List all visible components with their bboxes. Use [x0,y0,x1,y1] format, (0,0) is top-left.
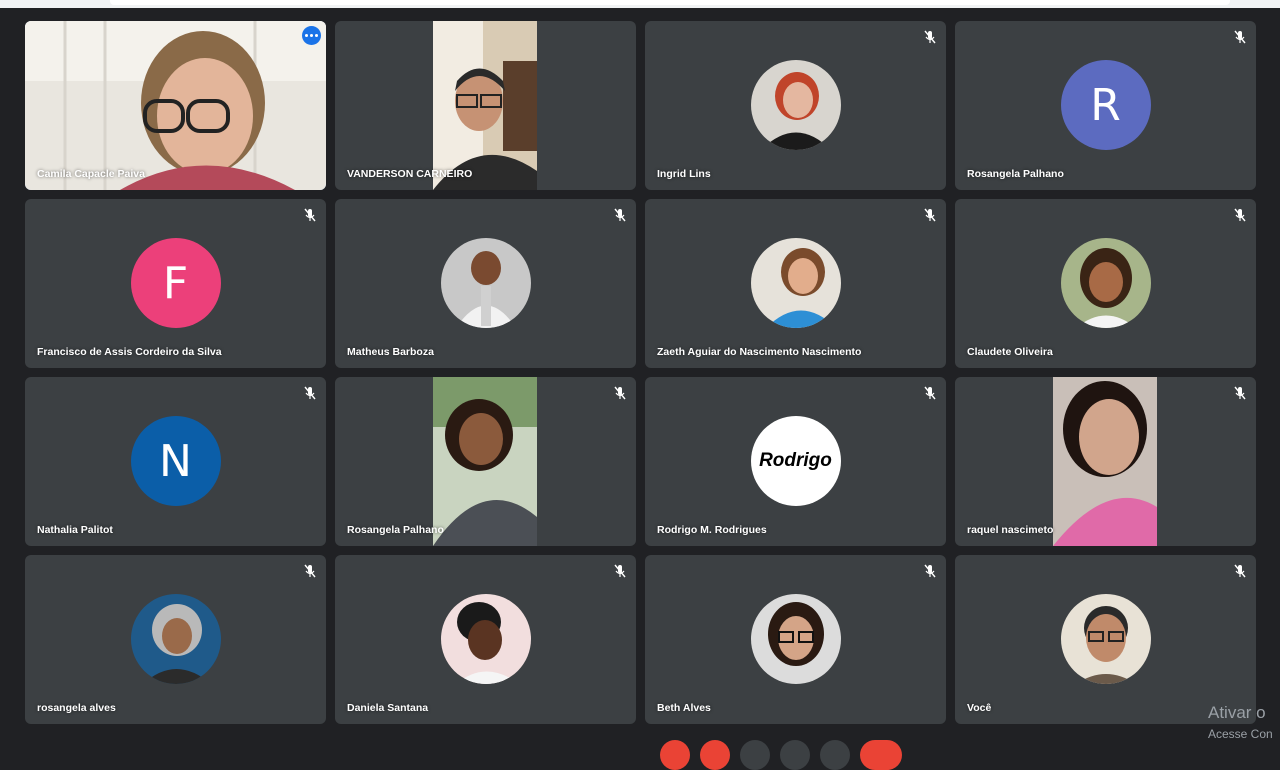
participant-tile[interactable]: Rodrigo Rodrigo M. Rodrigues [645,377,946,546]
participant-avatar [750,60,841,150]
participant-tile[interactable]: Claudete Oliveira [955,199,1256,368]
participant-name: rosangela alves [37,702,116,714]
camera-toggle-button[interactable] [700,740,730,770]
mic-off-icon [614,564,626,578]
participant-name: Daniela Santana [347,702,429,714]
leave-call-button[interactable] [860,740,902,770]
participant-avatar [1060,594,1151,684]
participant-tile[interactable]: Matheus Barboza [335,199,636,368]
mic-off-icon [614,386,626,400]
letter-avatar: F [130,238,221,328]
participant-name: Rosangela Palhano [967,168,1064,180]
participant-avatar [750,594,841,684]
participant-name: Nathalia Palitot [37,524,113,536]
participant-tile[interactable]: VANDERSON CARNEIRO [335,21,636,190]
participant-video [433,377,537,546]
participant-avatar [130,594,221,684]
participant-tile[interactable]: Rosangela Palhano [335,377,636,546]
participant-name: Francisco de Assis Cordeiro da Silva [37,346,222,358]
participant-tile[interactable]: F Francisco de Assis Cordeiro da Silva [25,199,326,368]
mic-off-icon [1234,208,1246,222]
participant-name: VANDERSON CARNEIRO [347,168,473,180]
participant-tile[interactable]: R Rosangela Palhano [955,21,1256,190]
participant-tile[interactable]: N Nathalia Palitot [25,377,326,546]
more-options-button[interactable] [820,740,850,770]
participant-avatar [750,238,841,328]
mic-off-icon [614,208,626,222]
mic-toggle-button[interactable] [660,740,690,770]
participant-grid: Camila Capacle Paiva VANDERSON CARNEIRO … [25,21,1256,724]
participant-video [1053,377,1157,546]
participant-tile[interactable]: Camila Capacle Paiva [25,21,326,190]
participant-name: Você [967,702,992,714]
more-options-button[interactable] [302,26,321,45]
mic-off-icon [1234,386,1246,400]
mic-off-icon [924,30,936,44]
participant-video [25,21,326,190]
participant-tile[interactable]: Daniela Santana [335,555,636,724]
participant-name: Camila Capacle Paiva [37,168,145,180]
letter-avatar: R [1060,60,1151,150]
logo-avatar: Rodrigo [750,416,841,506]
meeting-controls [660,740,902,770]
mic-off-icon [924,564,936,578]
windows-activation-subtext: Acesse Con [1208,727,1273,741]
participant-name: Rosangela Palhano [347,524,444,536]
participant-name: Beth Alves [657,702,711,714]
windows-activation-watermark: Ativar o [1208,703,1266,722]
mic-off-icon [924,386,936,400]
mic-off-icon [304,208,316,222]
participant-name: Rodrigo M. Rodrigues [657,524,767,536]
participant-tile[interactable]: Ingrid Lins [645,21,946,190]
participant-avatar [440,594,531,684]
mic-off-icon [1234,564,1246,578]
mic-off-icon [1234,30,1246,44]
participant-video [433,21,537,190]
participant-tile[interactable]: Você [955,555,1256,724]
mic-off-icon [924,208,936,222]
participant-name: Zaeth Aguiar do Nascimento Nascimento [657,346,862,358]
letter-avatar: N [130,416,221,506]
participant-avatar [1060,238,1151,328]
participant-tile[interactable]: raquel nascimeto [955,377,1256,546]
participant-tile[interactable]: Beth Alves [645,555,946,724]
participant-name: Matheus Barboza [347,346,434,358]
participant-avatar [440,238,531,328]
mic-off-icon [304,386,316,400]
participant-name: Ingrid Lins [657,168,711,180]
participant-tile[interactable]: Zaeth Aguiar do Nascimento Nascimento [645,199,946,368]
participant-tile[interactable]: rosangela alves [25,555,326,724]
participant-name: raquel nascimeto [967,524,1054,536]
mic-off-icon [304,564,316,578]
participant-name: Claudete Oliveira [967,346,1053,358]
browser-top-strip [0,0,1280,8]
present-button[interactable] [780,740,810,770]
address-bar-edge [110,0,1230,5]
captions-button[interactable] [740,740,770,770]
